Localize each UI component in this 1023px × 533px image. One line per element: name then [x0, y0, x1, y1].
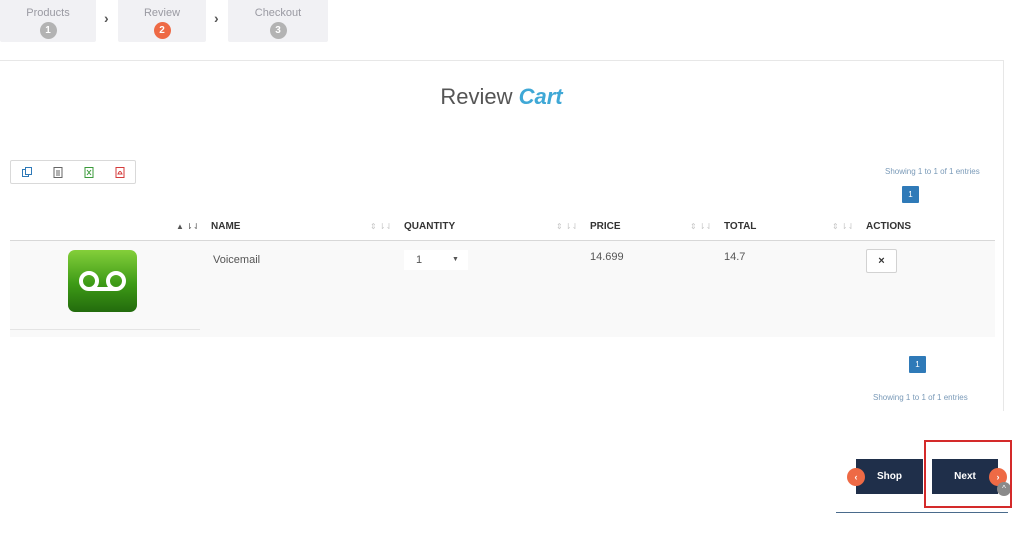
- copy-icon: [21, 166, 32, 177]
- product-price: 14.699: [590, 251, 624, 263]
- shop-button[interactable]: Shop: [856, 459, 923, 494]
- csv-icon: [53, 166, 62, 178]
- step-label: Checkout: [254, 7, 302, 19]
- chevron-right-icon: ›: [214, 10, 219, 26]
- column-header-price[interactable]: PRICE: [590, 221, 621, 232]
- caret-down-icon: ▼: [452, 256, 459, 263]
- nav-underline: [836, 512, 1008, 513]
- pdf-icon: [115, 166, 124, 178]
- column-header-quantity[interactable]: QUANTITY: [404, 221, 455, 232]
- column-header-actions[interactable]: ACTIONS: [866, 221, 911, 232]
- table-info-bottom: Showing 1 to 1 of 1 entries: [873, 393, 968, 402]
- highlight-box: [924, 440, 1012, 508]
- step-label: Products: [26, 7, 70, 19]
- sort-icon[interactable]: ⇕ ⇂⇃: [370, 222, 392, 231]
- shop-button-label: Shop: [877, 471, 902, 482]
- column-header-name[interactable]: NAME: [211, 221, 240, 232]
- chevron-left-icon[interactable]: ‹: [847, 468, 865, 486]
- pagination-page-top[interactable]: 1: [902, 186, 919, 203]
- sort-icon[interactable]: ⇕ ⇂⇃: [832, 222, 854, 231]
- pagination-page-bottom[interactable]: 1: [909, 356, 926, 373]
- remove-item-button[interactable]: ×: [866, 249, 897, 273]
- product-total: 14.7: [724, 251, 746, 263]
- step-number: 3: [269, 22, 287, 39]
- product-name: Voicemail: [213, 254, 261, 266]
- review-panel: [0, 60, 1004, 411]
- page-title-text: Review: [440, 84, 513, 109]
- step-checkout[interactable]: Checkout 3: [228, 0, 328, 42]
- step-number: 1: [39, 22, 57, 39]
- column-header-total[interactable]: TOTAL: [724, 221, 756, 232]
- export-toolbar: [10, 160, 136, 184]
- step-number: 2: [153, 22, 171, 39]
- page-title-accent: Cart: [518, 84, 563, 109]
- quantity-value: 1: [416, 254, 423, 266]
- quantity-select[interactable]: 1 ▼: [404, 250, 468, 270]
- sort-icon[interactable]: ⇕ ⇂⇃: [690, 222, 712, 231]
- step-products[interactable]: Products 1: [0, 0, 96, 42]
- step-review[interactable]: Review 2: [118, 0, 206, 42]
- copy-button[interactable]: [11, 161, 42, 183]
- excel-icon: [84, 166, 93, 178]
- step-label: Review: [143, 7, 181, 19]
- csv-button[interactable]: [42, 161, 73, 183]
- chevron-right-icon: ›: [104, 10, 109, 26]
- sort-icon[interactable]: ⇕ ⇂⇃: [556, 222, 578, 231]
- table-info-top: Showing 1 to 1 of 1 entries: [885, 167, 980, 176]
- sort-asc-icon[interactable]: ▲ ⇂⇃: [176, 222, 200, 231]
- pdf-button[interactable]: [104, 161, 135, 183]
- page-title: Review Cart: [0, 84, 1003, 110]
- voicemail-icon: [68, 250, 137, 312]
- excel-button[interactable]: [73, 161, 104, 183]
